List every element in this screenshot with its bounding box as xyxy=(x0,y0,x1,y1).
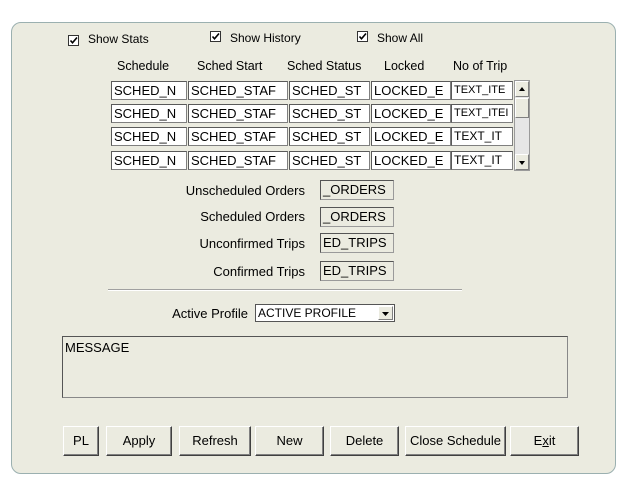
unconfirmed-trips-value: ED_TRIPS xyxy=(320,233,394,253)
grid-cell-schedule[interactable]: SCHED_N xyxy=(111,127,187,146)
confirmed-trips-value: ED_TRIPS xyxy=(320,261,394,281)
scroll-down-button[interactable] xyxy=(515,154,529,170)
show-stats-checkbox[interactable] xyxy=(68,35,79,46)
grid-cell-locked[interactable]: LOCKED_E xyxy=(371,151,451,170)
show-all-checkbox[interactable] xyxy=(357,31,368,42)
column-header-no-of-trip: No of Trip xyxy=(453,59,508,73)
confirmed-trips-label: Confirmed Trips xyxy=(213,264,305,279)
checkmark-icon xyxy=(69,36,78,45)
new-button[interactable]: New xyxy=(255,426,324,456)
grid-cell-sched-start[interactable]: SCHED_STAF xyxy=(188,127,288,146)
active-profile-label: Active Profile xyxy=(172,306,248,321)
column-header-locked: Locked xyxy=(384,59,425,73)
grid-cell-sched-status[interactable]: SCHED_ST xyxy=(289,81,370,100)
grid-cell-locked[interactable]: LOCKED_E xyxy=(371,104,451,123)
separator xyxy=(108,289,462,291)
show-stats-label: Show Stats xyxy=(88,32,149,46)
grid-cell-no-of-trip[interactable]: TEXT_ITEI xyxy=(451,104,513,123)
scheduled-orders-label: Scheduled Orders xyxy=(200,209,305,224)
scroll-up-button[interactable] xyxy=(515,81,529,97)
grid-cell-locked[interactable]: LOCKED_E xyxy=(371,127,451,146)
grid-cell-sched-start[interactable]: SCHED_STAF xyxy=(188,81,288,100)
active-profile-select[interactable]: ACTIVE PROFILE xyxy=(255,304,395,322)
scheduled-orders-value: _ORDERS xyxy=(320,207,394,227)
show-history-checkbox[interactable] xyxy=(210,31,221,42)
grid-cell-schedule[interactable]: SCHED_N xyxy=(111,151,187,170)
grid-cell-no-of-trip[interactable]: TEXT_ITE xyxy=(451,81,513,100)
unscheduled-orders-label: Unscheduled Orders xyxy=(185,183,305,198)
show-history-label: Show History xyxy=(230,31,301,45)
close-schedule-button[interactable]: Close Schedule xyxy=(405,426,506,456)
apply-button[interactable]: Apply xyxy=(106,426,172,456)
arrow-up-icon xyxy=(519,87,525,91)
grid-scrollbar[interactable] xyxy=(514,80,530,171)
exit-label-suffix: it xyxy=(548,433,556,448)
active-profile-value: ACTIVE PROFILE xyxy=(258,306,357,320)
grid-cell-sched-status[interactable]: SCHED_ST xyxy=(289,127,370,146)
grid-cell-sched-start[interactable]: SCHED_STAF xyxy=(188,151,288,170)
chevron-down-icon xyxy=(382,312,389,316)
delete-button[interactable]: Delete xyxy=(330,426,399,456)
grid-cell-schedule[interactable]: SCHED_N xyxy=(111,104,187,123)
column-header-sched-start: Sched Start xyxy=(197,59,263,73)
unconfirmed-trips-label: Unconfirmed Trips xyxy=(199,236,305,251)
column-header-schedule: Schedule xyxy=(117,59,170,73)
message-text: MESSAGE xyxy=(65,340,130,355)
dropdown-button[interactable] xyxy=(378,306,393,320)
grid-cell-sched-status[interactable]: SCHED_ST xyxy=(289,104,370,123)
arrow-down-icon xyxy=(519,161,525,165)
grid-cell-no-of-trip[interactable]: TEXT_IT xyxy=(451,127,513,146)
grid-cell-sched-start[interactable]: SCHED_STAF xyxy=(188,104,288,123)
show-all-label: Show All xyxy=(377,31,424,45)
checkmark-icon xyxy=(358,32,367,41)
column-header-sched-status: Sched Status xyxy=(287,59,362,73)
scroll-thumb[interactable] xyxy=(515,98,529,118)
exit-button[interactable]: Exit xyxy=(510,426,579,456)
grid-cell-sched-status[interactable]: SCHED_ST xyxy=(289,151,370,170)
checkmark-icon xyxy=(211,32,220,41)
message-area: MESSAGE xyxy=(62,336,568,398)
pl-button[interactable]: PL xyxy=(63,426,99,456)
grid-cell-locked[interactable]: LOCKED_E xyxy=(371,81,451,100)
grid-cell-no-of-trip[interactable]: TEXT_IT xyxy=(451,151,513,170)
grid-cell-schedule[interactable]: SCHED_N xyxy=(111,81,187,100)
refresh-button[interactable]: Refresh xyxy=(179,426,251,456)
unscheduled-orders-value: _ORDERS xyxy=(320,180,394,200)
